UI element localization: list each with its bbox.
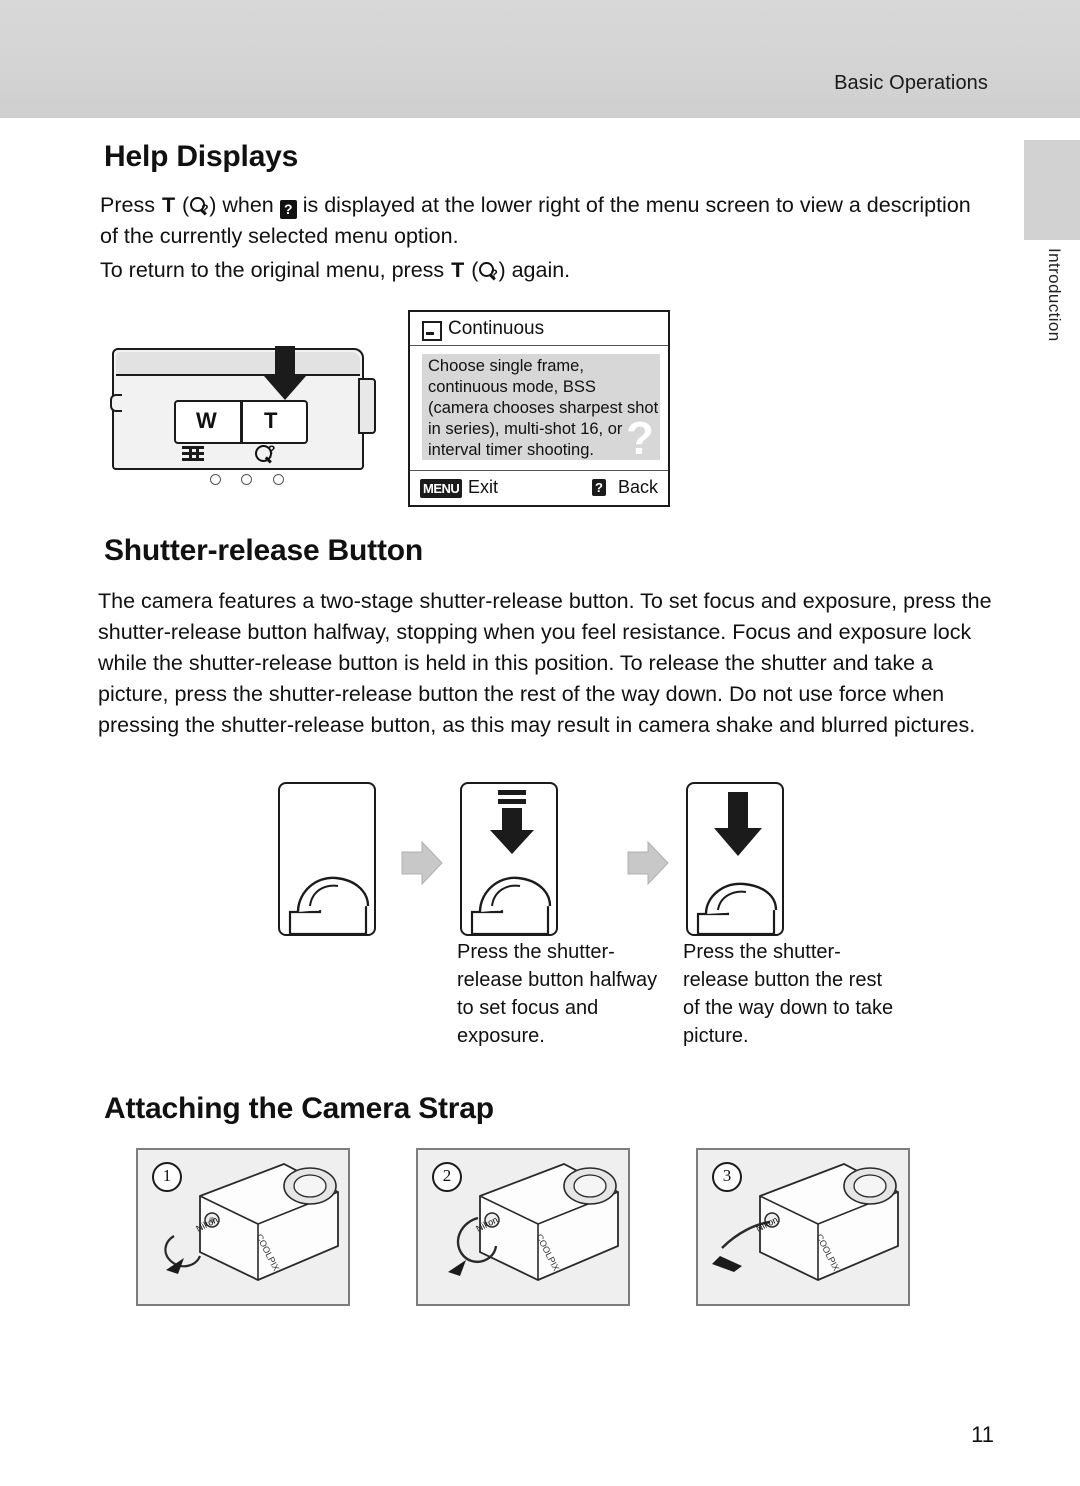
page-header-band (0, 0, 1080, 118)
camera-left-nub (110, 394, 122, 412)
finger-drawing-2 (470, 790, 552, 934)
camera-zoom-illustration: W T ? (110, 338, 376, 485)
zoom-wide-label: W (196, 408, 217, 433)
caption-full-press: Press the shutter-release button the res… (683, 941, 894, 1047)
menu-help-body: Choose single frame, continuous mode, BS… (422, 354, 660, 464)
camera-dot (210, 474, 221, 485)
zoom-rocker: W T (174, 400, 308, 444)
help-text-1: Press (100, 193, 161, 217)
finger-drawing-1 (288, 876, 370, 934)
large-question-mark: ? (625, 412, 654, 464)
manual-page: Basic Operations Introduction Help Displ… (0, 0, 1080, 1486)
tele-icon: T (161, 193, 176, 217)
camera-right-nub (358, 378, 376, 434)
sequence-arrow-2 (627, 840, 669, 886)
back-question-icon: ? (592, 479, 606, 496)
section-tab (1024, 140, 1080, 240)
menu-exit-label: Exit (468, 477, 499, 497)
finger-drawing-3 (696, 792, 778, 934)
strap-illustration-3: 3 Nikon COOLPIX (696, 1148, 910, 1306)
strap-illustration-2: 2 Nikon COOLPIX (416, 1148, 630, 1306)
shutter-sequence (278, 782, 898, 942)
camera-top-strip (116, 352, 360, 376)
help-text-2: ( (176, 193, 190, 217)
section-tab-label: Introduction (1045, 248, 1064, 342)
sequence-arrow-1 (401, 840, 443, 886)
camera-dot-row (210, 472, 300, 490)
strap-step-number-3: 3 (712, 1162, 742, 1192)
menu-button-icon: MENU (420, 479, 463, 498)
strap-illustration-1: 1 Nikon COOLPIX (136, 1148, 350, 1306)
camera-body-shape: W T ? (110, 346, 364, 485)
help-question-icon: ? (279, 200, 297, 219)
page-number: 11 (971, 1422, 994, 1447)
strap-step-number-1: 1 (152, 1162, 182, 1192)
paragraph-help-return: To return to the original menu, press T … (100, 255, 990, 286)
menu-title-text: Continuous (448, 318, 545, 339)
tele-icon-2: T (451, 258, 465, 282)
help-menu-screen: Continuous Choose single frame, continuo… (408, 310, 670, 507)
magnifier-question-icon-2: ? (478, 261, 498, 281)
running-head: Basic Operations (834, 72, 988, 94)
shutter-illustration-2 (460, 782, 558, 936)
menu-back-label: Back (617, 477, 658, 497)
caption-halfway: Press the shutter-release button halfway… (457, 941, 658, 1047)
continuous-mode-icon (422, 321, 442, 341)
shutter-illustration-1 (278, 782, 376, 936)
help-return-1: To return to the original menu, press (100, 258, 451, 282)
help-text-3: ) when (209, 193, 280, 217)
shutter-illustration-3 (686, 782, 784, 936)
paragraph-shutter-release: The camera features a two-stage shutter-… (98, 589, 992, 737)
heading-camera-strap: Attaching the Camera Strap (104, 1092, 494, 1125)
tele-magnifier-icon: ? (254, 443, 278, 469)
zoom-tele-label: T (264, 408, 278, 433)
help-return-3: ) again. (498, 258, 571, 282)
help-return-2: ( (465, 258, 479, 282)
camera-dot (272, 474, 284, 485)
strap-step-number-2: 2 (432, 1162, 462, 1192)
heading-help-displays: Help Displays (104, 140, 299, 173)
magnifier-question-icon: ? (189, 196, 209, 216)
heading-shutter-release: Shutter-release Button (104, 534, 423, 567)
camera-dot (241, 474, 253, 485)
wide-angle-icon (182, 446, 204, 462)
zoom-rocker-divider (240, 402, 243, 442)
menu-titlebar: Continuous (410, 312, 668, 346)
paragraph-help-displays: Press T (?) when ? is displayed at the l… (100, 190, 990, 252)
menu-footer: MENU Exit ? Back (410, 470, 668, 505)
